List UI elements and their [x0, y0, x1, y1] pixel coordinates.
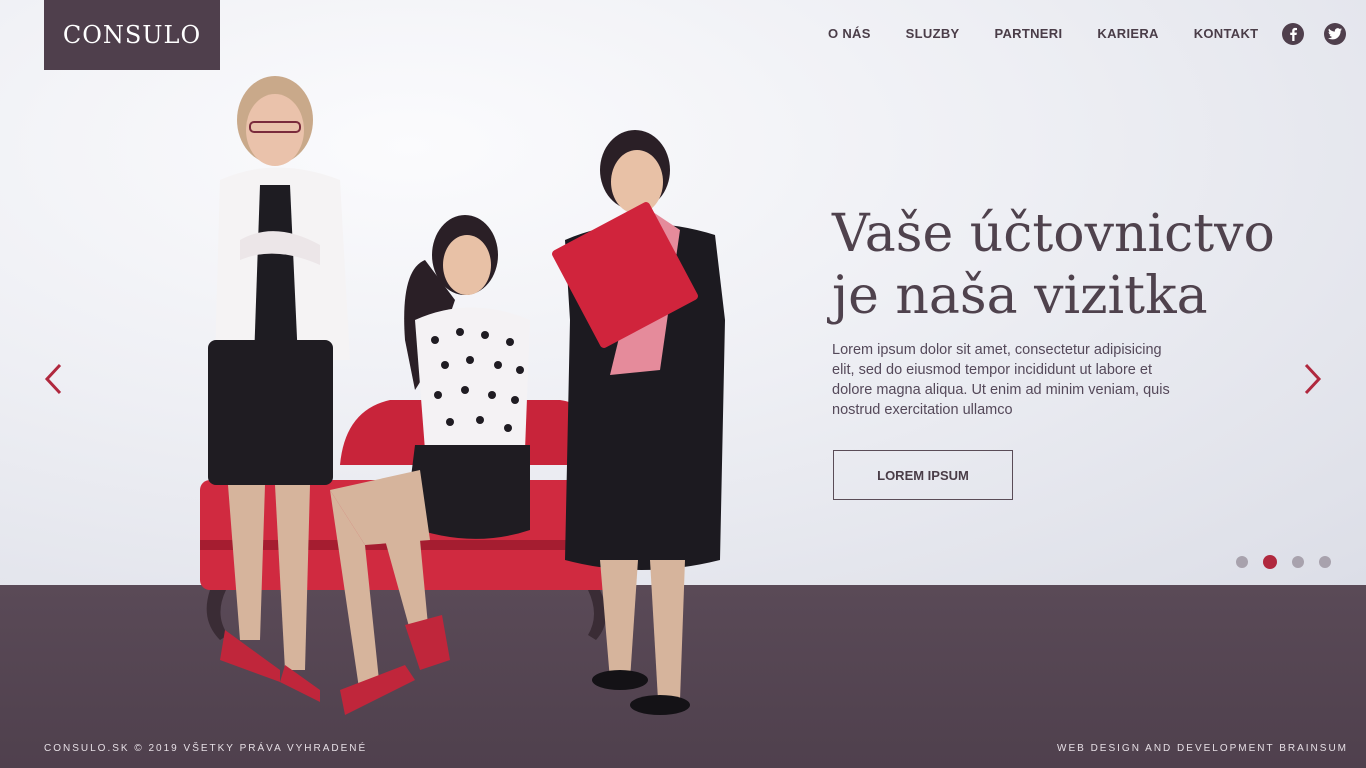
- nav-item-kontakt[interactable]: KONTAKT: [1194, 26, 1259, 41]
- chevron-right-icon: [1304, 363, 1322, 395]
- person-right: [552, 130, 725, 715]
- social-links: [1282, 23, 1346, 45]
- copyright-text: CONSULO.SK © 2019 VŠETKY PRÁVA VYHRADENÉ: [44, 743, 368, 754]
- logo-text: CONSULO: [62, 21, 202, 49]
- slider-prev-button[interactable]: [42, 362, 66, 396]
- slider-next-button[interactable]: [1300, 362, 1324, 396]
- hero-cta-button[interactable]: LOREM IPSUM: [833, 450, 1013, 500]
- hero-title-line-1: Vaše účtovnictvo: [832, 204, 1275, 264]
- nav-item-sluzby[interactable]: SLUZBY: [906, 26, 960, 41]
- slider-dot-2[interactable]: [1263, 555, 1277, 569]
- slider-dot-1[interactable]: [1236, 556, 1248, 568]
- slider-pagination: [1236, 555, 1331, 569]
- hero-photo: [200, 76, 725, 715]
- person-left: [208, 76, 350, 702]
- chevron-left-icon: [44, 363, 62, 395]
- hero-title: Vaše účtovnictvo je naša vizitka: [832, 203, 1312, 327]
- nav-item-o-nas[interactable]: O NÁS: [828, 26, 871, 41]
- hero-title-line-2: je naša vizitka: [832, 266, 1208, 326]
- main-nav: O NÁS SLUZBY PARTNERI KARIERA KONTAKT: [828, 26, 1293, 41]
- hero-description: Lorem ipsum dolor sit amet, consectetur …: [832, 342, 1170, 418]
- facebook-icon[interactable]: [1282, 23, 1304, 45]
- nav-item-kariera[interactable]: KARIERA: [1097, 26, 1158, 41]
- credits-link[interactable]: WEB DESIGN AND DEVELOPMENT BRAINSUM: [1057, 743, 1348, 754]
- slider-dot-4[interactable]: [1319, 556, 1331, 568]
- twitter-icon[interactable]: [1324, 23, 1346, 45]
- slider-dot-3[interactable]: [1292, 556, 1304, 568]
- nav-item-partneri[interactable]: PARTNERI: [994, 26, 1062, 41]
- logo[interactable]: CONSULO: [44, 0, 220, 70]
